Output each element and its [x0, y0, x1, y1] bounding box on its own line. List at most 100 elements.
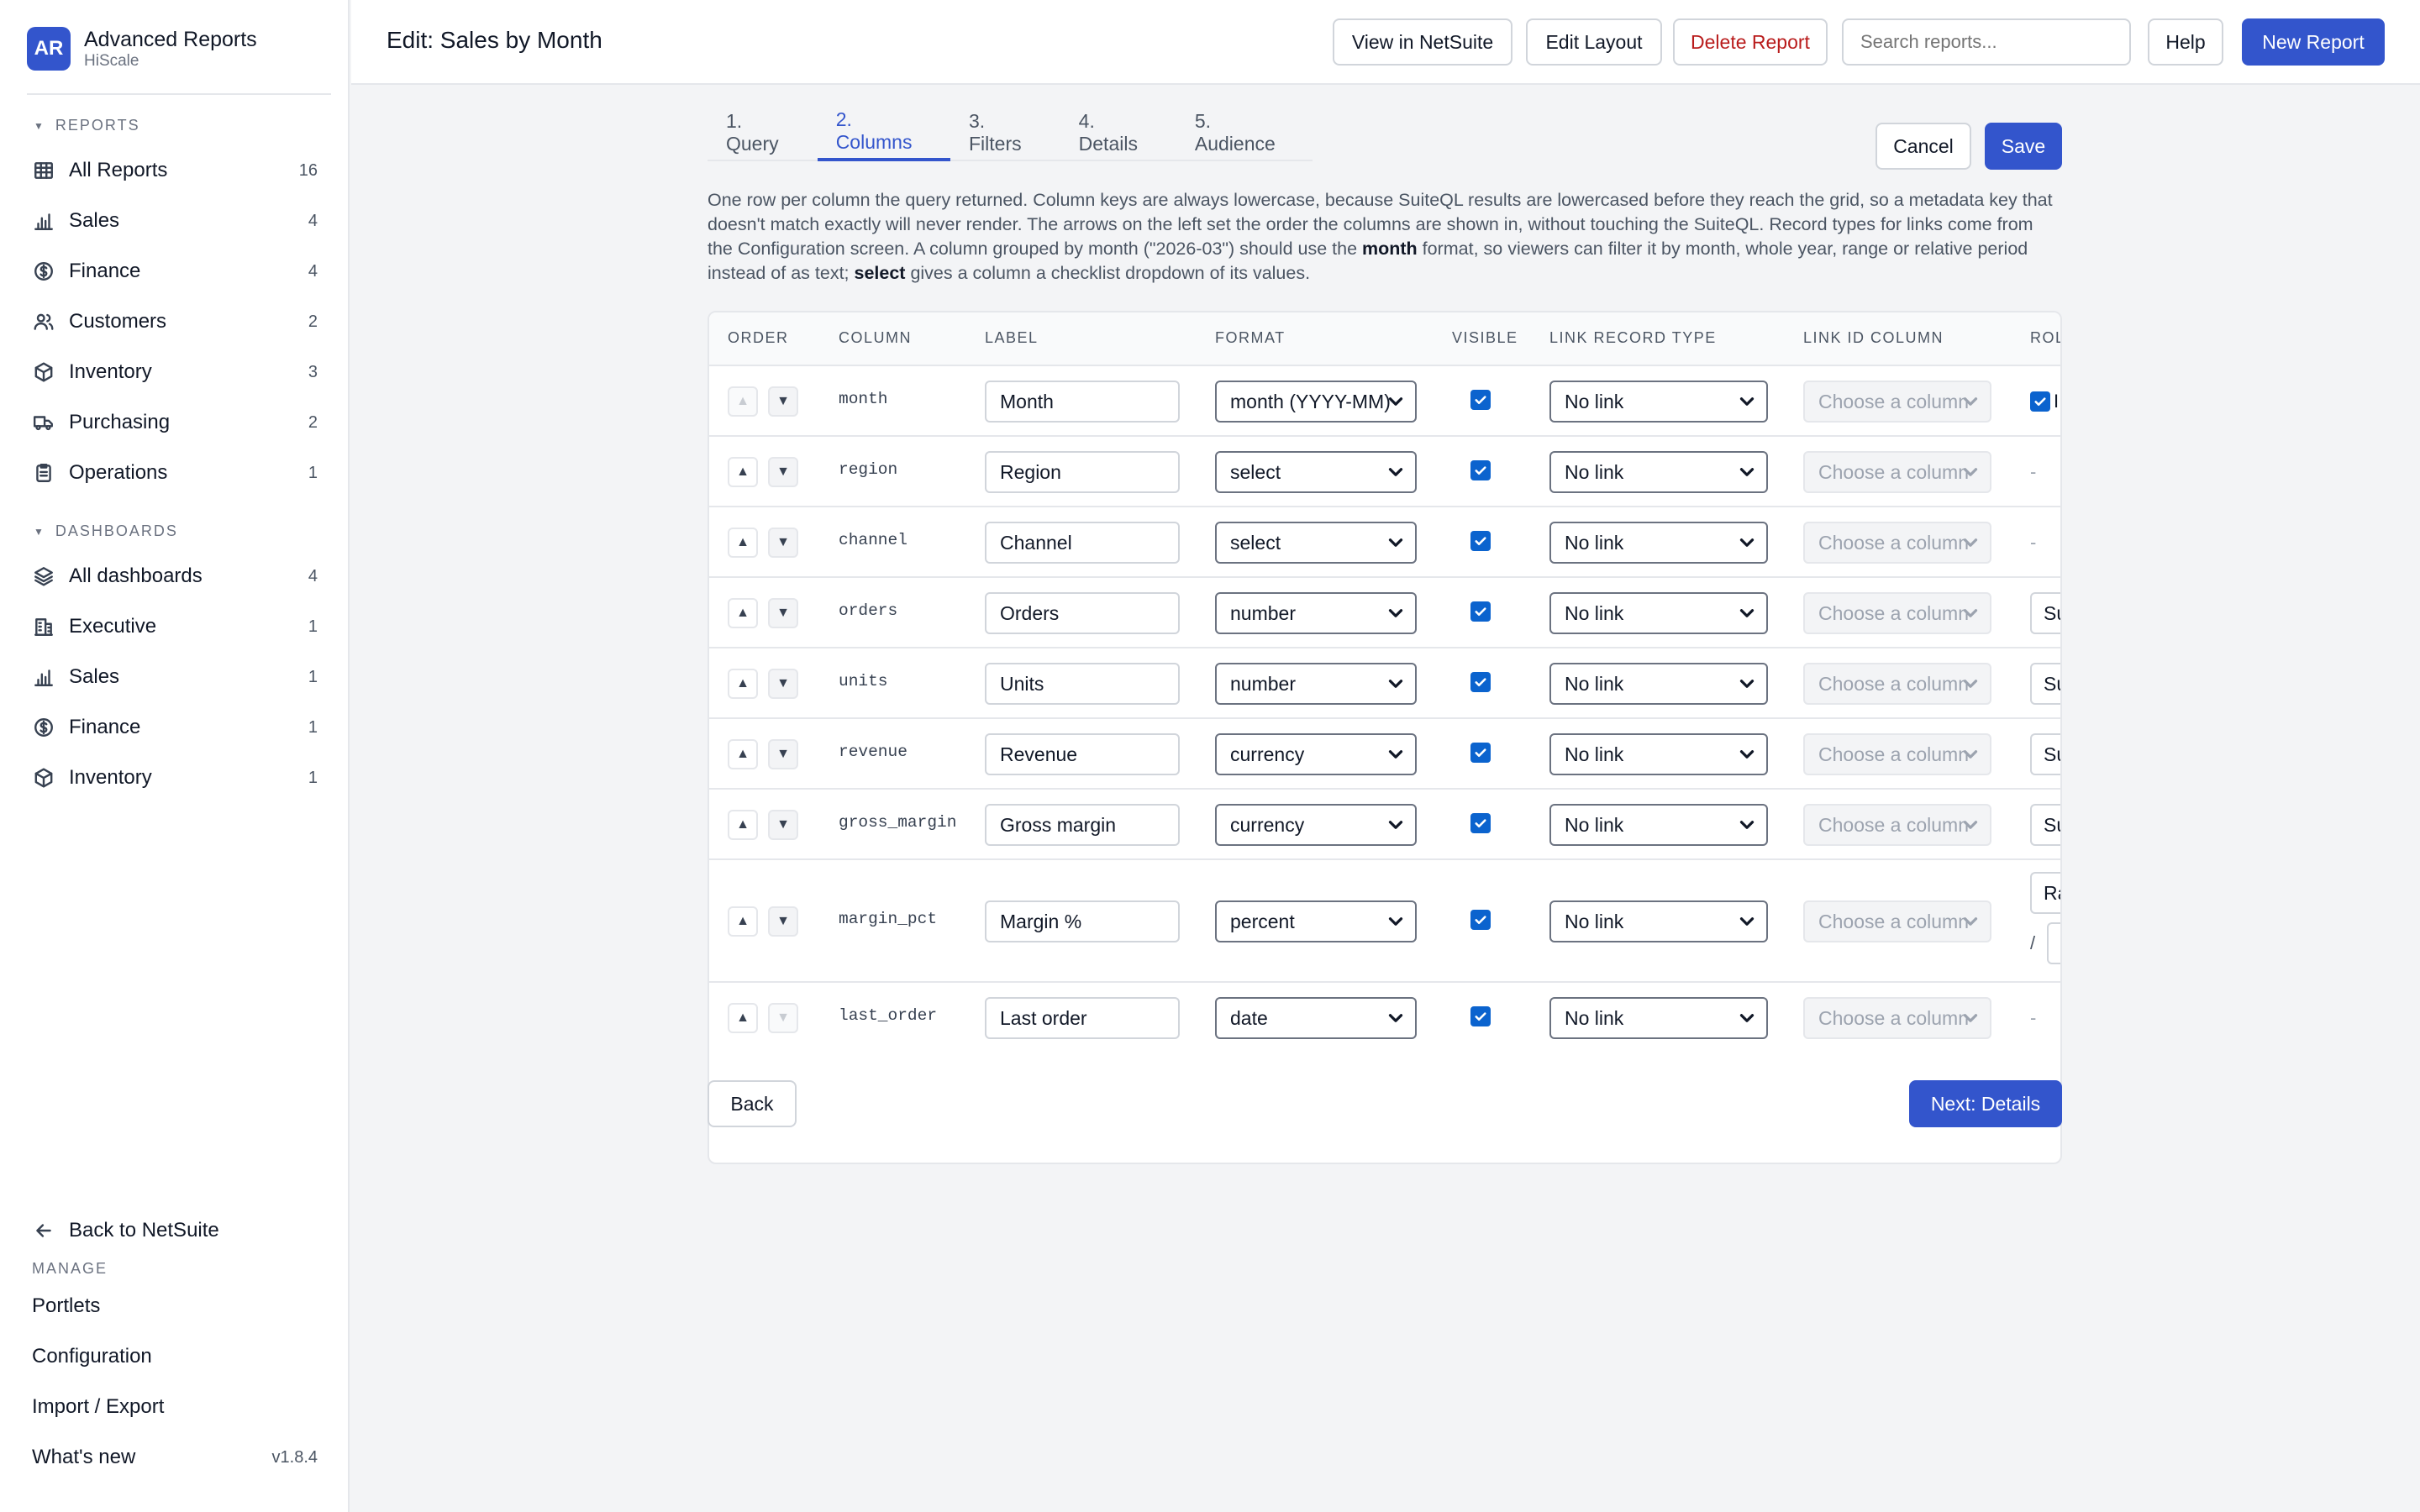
move-down-button[interactable]: ▼ — [768, 1003, 798, 1033]
tab-4[interactable]: 4. Details — [1060, 109, 1176, 161]
move-up-button[interactable]: ▲ — [728, 810, 758, 840]
label-input[interactable]: Margin % — [985, 900, 1180, 942]
format-select[interactable]: select — [1215, 451, 1417, 493]
visible-checkbox[interactable] — [1470, 390, 1491, 410]
label-input[interactable]: Revenue — [985, 733, 1180, 775]
edit-layout-button[interactable]: Edit Layout — [1526, 18, 1662, 66]
move-down-button[interactable]: ▼ — [768, 598, 798, 628]
visible-checkbox[interactable] — [1470, 743, 1491, 763]
visible-checkbox[interactable] — [1470, 460, 1491, 480]
label-input[interactable]: Gross margin — [985, 804, 1180, 846]
link-id-column-select[interactable]: Choose a column — [1803, 900, 1991, 942]
sidebar-item-dashboard-executive[interactable]: Executive 1 — [0, 601, 350, 652]
nav-import-export[interactable]: Import / Export — [0, 1382, 350, 1432]
label-input[interactable]: Region — [985, 451, 1180, 493]
sidebar-item-operations[interactable]: Operations 1 — [0, 448, 350, 498]
visible-checkbox[interactable] — [1470, 531, 1491, 551]
link-record-type-select[interactable]: No link — [1549, 381, 1768, 423]
move-down-button[interactable]: ▼ — [768, 457, 798, 487]
format-select[interactable]: month (YYYY-MM) — [1215, 381, 1417, 423]
move-down-button[interactable]: ▼ — [768, 669, 798, 699]
rollup-checkbox[interactable] — [2030, 391, 2050, 412]
format-select[interactable]: currency — [1215, 804, 1417, 846]
link-record-type-select[interactable]: No link — [1549, 997, 1768, 1039]
help-button[interactable]: Help — [2148, 18, 2223, 66]
link-id-column-select[interactable]: Choose a column — [1803, 804, 1991, 846]
back-to-netsuite-link[interactable]: Back to NetSuite — [0, 1205, 350, 1256]
move-up-button[interactable]: ▲ — [728, 669, 758, 699]
tab-5[interactable]: 5. Audience — [1176, 109, 1313, 161]
nav-whats-new[interactable]: What's new v1.8.4 — [0, 1432, 350, 1483]
sidebar-item-sales[interactable]: Sales 4 — [0, 196, 350, 246]
link-record-type-select[interactable]: No link — [1549, 592, 1768, 634]
label-input[interactable]: Orders — [985, 592, 1180, 634]
link-record-type-select[interactable]: No link — [1549, 900, 1768, 942]
format-select[interactable]: select — [1215, 522, 1417, 564]
move-down-button[interactable]: ▼ — [768, 739, 798, 769]
format-select[interactable]: currency — [1215, 733, 1417, 775]
format-select[interactable]: number — [1215, 663, 1417, 705]
search-reports-input[interactable] — [1842, 18, 2131, 66]
link-id-column-select[interactable]: Choose a column — [1803, 592, 1991, 634]
sidebar-item-purchasing[interactable]: Purchasing 2 — [0, 397, 350, 448]
move-down-button[interactable]: ▼ — [768, 528, 798, 558]
link-record-type-select[interactable]: No link — [1549, 451, 1768, 493]
link-record-type-select[interactable]: No link — [1549, 804, 1768, 846]
rollup-select[interactable]: Su — [2030, 663, 2060, 705]
format-select[interactable]: date — [1215, 997, 1417, 1039]
label-input[interactable]: Channel — [985, 522, 1180, 564]
format-select[interactable]: number — [1215, 592, 1417, 634]
move-up-button[interactable]: ▲ — [728, 1003, 758, 1033]
move-up-button[interactable]: ▲ — [728, 386, 758, 417]
rollup-select[interactable]: Ra — [2030, 872, 2060, 914]
new-report-button[interactable]: New Report — [2242, 18, 2385, 66]
move-up-button[interactable]: ▲ — [728, 906, 758, 937]
next-details-button[interactable]: Next: Details — [1909, 1080, 2062, 1127]
label-input[interactable]: Units — [985, 663, 1180, 705]
format-select[interactable]: percent — [1215, 900, 1417, 942]
move-up-button[interactable]: ▲ — [728, 528, 758, 558]
sidebar-item-dashboard-all-dashboards[interactable]: All dashboards 4 — [0, 551, 350, 601]
link-record-type-select[interactable]: No link — [1549, 733, 1768, 775]
cancel-button[interactable]: Cancel — [1876, 123, 1971, 170]
link-record-type-select[interactable]: No link — [1549, 522, 1768, 564]
tab-2[interactable]: 2. Columns — [817, 108, 950, 161]
visible-checkbox[interactable] — [1470, 813, 1491, 833]
rollup-select[interactable]: Su — [2030, 733, 2060, 775]
sidebar-item-dashboard-sales[interactable]: Sales 1 — [0, 652, 350, 702]
visible-checkbox[interactable] — [1470, 672, 1491, 692]
sidebar-item-inventory[interactable]: Inventory 3 — [0, 347, 350, 397]
save-button[interactable]: Save — [1985, 123, 2062, 170]
rollup-select[interactable]: Su — [2030, 592, 2060, 634]
link-id-column-select[interactable]: Choose a column — [1803, 997, 1991, 1039]
move-down-button[interactable]: ▼ — [768, 386, 798, 417]
ratio-denominator-select[interactable] — [2047, 922, 2060, 964]
move-up-button[interactable]: ▲ — [728, 598, 758, 628]
back-button[interactable]: Back — [708, 1080, 797, 1127]
sidebar-item-dashboard-finance[interactable]: Finance 1 — [0, 702, 350, 753]
move-up-button[interactable]: ▲ — [728, 739, 758, 769]
sidebar-item-dashboard-inventory[interactable]: Inventory 1 — [0, 753, 350, 803]
view-in-netsuite-button[interactable]: View in NetSuite — [1333, 18, 1512, 66]
link-id-column-select[interactable]: Choose a column — [1803, 733, 1991, 775]
visible-checkbox[interactable] — [1470, 910, 1491, 930]
rollup-select[interactable]: Su — [2030, 804, 2060, 846]
link-record-type-select[interactable]: No link — [1549, 663, 1768, 705]
move-down-button[interactable]: ▼ — [768, 906, 798, 937]
sidebar-item-customers[interactable]: Customers 2 — [0, 297, 350, 347]
link-id-column-select[interactable]: Choose a column — [1803, 381, 1991, 423]
tab-1[interactable]: 1. Query — [708, 109, 818, 161]
delete-report-button[interactable]: Delete Report — [1673, 18, 1828, 66]
link-id-column-select[interactable]: Choose a column — [1803, 451, 1991, 493]
link-id-column-select[interactable]: Choose a column — [1803, 663, 1991, 705]
visible-checkbox[interactable] — [1470, 601, 1491, 622]
sidebar-item-all-reports[interactable]: All Reports 16 — [0, 145, 350, 196]
visible-checkbox[interactable] — [1470, 1006, 1491, 1026]
dashboards-section-toggle[interactable]: ▼ DASHBOARDS — [34, 522, 178, 540]
move-up-button[interactable]: ▲ — [728, 457, 758, 487]
move-down-button[interactable]: ▼ — [768, 810, 798, 840]
brand[interactable]: AR Advanced Reports HiScale — [27, 27, 257, 71]
nav-configuration[interactable]: Configuration — [0, 1331, 350, 1382]
nav-portlets[interactable]: Portlets — [0, 1281, 350, 1331]
tab-3[interactable]: 3. Filters — [950, 109, 1060, 161]
